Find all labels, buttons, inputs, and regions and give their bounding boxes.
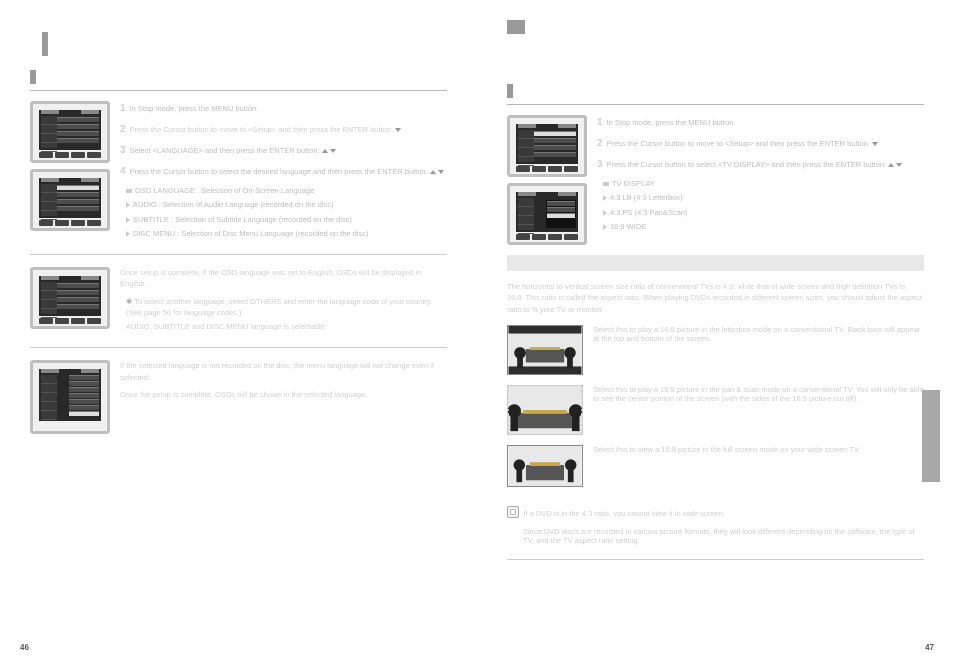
step-num: 1 bbox=[597, 117, 603, 128]
note-text: Since DVD discs are recorded in various … bbox=[507, 527, 924, 545]
language-menu-thumb bbox=[30, 267, 110, 329]
section-header bbox=[507, 84, 924, 98]
bullet-text: 4:3 LB (4:3 Letterbox) bbox=[610, 193, 683, 202]
section-rule bbox=[30, 90, 447, 91]
arrow-right-icon bbox=[126, 217, 130, 223]
step-text: In Stop mode, press the MENU button. bbox=[130, 104, 259, 113]
arrow-right-icon bbox=[603, 224, 607, 230]
subsection-strip bbox=[507, 255, 924, 271]
bullet-text: TV DISPLAY bbox=[612, 179, 655, 188]
note-text: If a DVD is in the 4:3 ratio, you cannot… bbox=[523, 509, 724, 518]
step-block-1: 1In Stop mode, press the MENU button. 2P… bbox=[507, 115, 924, 245]
step-text: Press the Cursor button to select the de… bbox=[130, 167, 428, 176]
step-text: Press the Cursor button to move to <Setu… bbox=[130, 125, 402, 134]
section-header bbox=[30, 70, 447, 84]
divider bbox=[507, 559, 924, 560]
bullet-text: AUDIO : Selection of Audio Language (rec… bbox=[133, 200, 334, 209]
page-corner-mark bbox=[507, 20, 525, 34]
step-num: 1 bbox=[120, 103, 126, 114]
page-chapter-mark bbox=[42, 32, 48, 56]
cursor-down-icon bbox=[438, 170, 444, 174]
bullet-text: 4:3 PS (4:3 Pan&Scan) bbox=[610, 208, 688, 217]
cursor-down-icon bbox=[395, 128, 401, 132]
step-num: 2 bbox=[597, 138, 603, 149]
side-tab-settings bbox=[922, 390, 940, 482]
setup-menu-thumb-1 bbox=[507, 115, 587, 177]
arrow-right-icon bbox=[603, 210, 607, 216]
aspect-row-43ps: Select this to play a 16:9 picture in th… bbox=[507, 385, 924, 445]
body-text: Once the setup is complete, OSDs will be… bbox=[120, 389, 447, 400]
bullet-text: OSD LANGUAGE : Selection of On-Screen La… bbox=[135, 186, 314, 195]
cursor-up-icon bbox=[888, 163, 894, 167]
cursor-up-icon bbox=[430, 170, 436, 174]
arrow-right-icon bbox=[603, 195, 607, 201]
step-block-3: If the selected language is not recorded… bbox=[30, 360, 447, 434]
step-text: Press the Cursor button to move to <Setu… bbox=[607, 139, 870, 148]
step-text: Select <LANGUAGE> and then press the ENT… bbox=[130, 146, 320, 155]
step-block-2: Once setup is complete, if the OSD langu… bbox=[30, 267, 447, 335]
divider bbox=[30, 347, 447, 348]
scene-43lb bbox=[507, 325, 583, 375]
aspect-row-wide: Select this to view a 16:9 picture in th… bbox=[507, 445, 924, 497]
note-sub: AUDIO, SUBTITLE and DISC MENU language i… bbox=[120, 321, 447, 332]
step-text: Press the Cursor button to select <TV DI… bbox=[607, 160, 887, 169]
arrow-right-icon bbox=[126, 202, 130, 208]
setup-menu-thumb-1 bbox=[30, 101, 110, 163]
body-text: The horizontal to vertical screen size r… bbox=[507, 281, 924, 315]
cursor-down-icon bbox=[896, 163, 902, 167]
divider bbox=[30, 254, 447, 255]
body-text: If the selected language is not recorded… bbox=[120, 360, 447, 383]
asterisk-icon: ✱ bbox=[126, 297, 132, 306]
step-num: 2 bbox=[120, 124, 126, 135]
scene-wide bbox=[507, 445, 583, 487]
section-rule bbox=[507, 104, 924, 105]
step-num: 4 bbox=[120, 166, 126, 177]
cursor-down-icon bbox=[872, 142, 878, 146]
scene-text: Select this to play a 16:9 picture in th… bbox=[593, 325, 924, 385]
aspect-row-43lb: Select this to play a 16:9 picture in th… bbox=[507, 325, 924, 385]
note-text: To select another language, select OTHER… bbox=[126, 297, 432, 317]
note-icon bbox=[507, 506, 519, 518]
bullet-text: DISC MENU : Selection of Disc Menu Langu… bbox=[133, 229, 369, 238]
cursor-down-icon bbox=[330, 149, 336, 153]
scene-text: Select this to play a 16:9 picture in th… bbox=[593, 385, 924, 445]
body-text: Once setup is complete, if the OSD langu… bbox=[120, 267, 447, 290]
page-number: 47 bbox=[925, 643, 934, 652]
bullet-text: SUBTITLE : Selection of Subtitle Languag… bbox=[133, 215, 352, 224]
arrow-right-icon bbox=[126, 231, 130, 237]
scene-text: Select this to view a 16:9 picture in th… bbox=[593, 445, 924, 497]
cursor-up-icon bbox=[322, 149, 328, 153]
scene-43ps bbox=[507, 385, 583, 435]
step-num: 3 bbox=[120, 145, 126, 156]
step-block-1: 1In Stop mode, press the MENU button. 2P… bbox=[30, 101, 447, 242]
tv-display-thumb bbox=[507, 183, 587, 245]
step-num: 3 bbox=[597, 159, 603, 170]
page-number: 46 bbox=[20, 643, 29, 652]
setup-menu-thumb-2 bbox=[30, 169, 110, 231]
step-text: In Stop mode, press the MENU button. bbox=[607, 118, 736, 127]
bullet-text: 16:9 WIDE bbox=[610, 222, 646, 231]
language-list-thumb bbox=[30, 360, 110, 434]
